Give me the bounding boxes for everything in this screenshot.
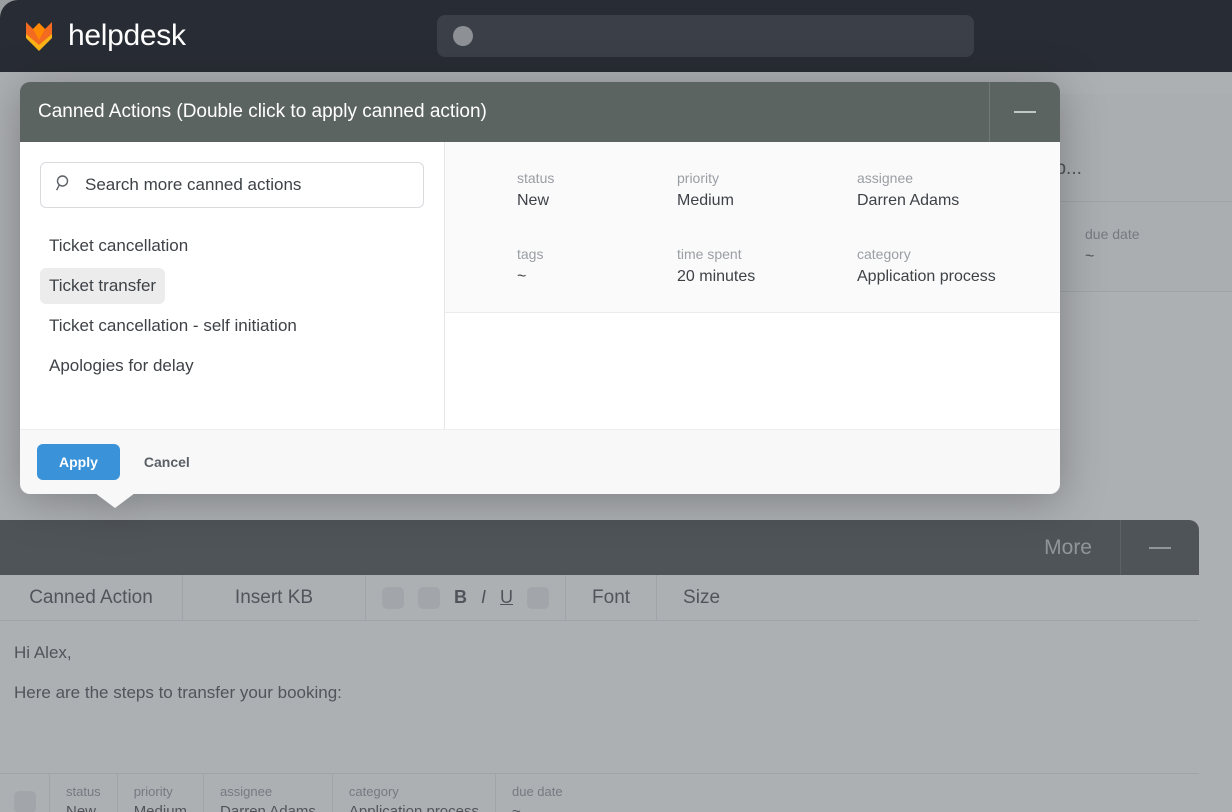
detail-time-spent: time spent 20 minutes <box>677 246 857 286</box>
modal-footer: Apply Cancel <box>20 429 1060 494</box>
modal-pointer-tail <box>95 493 135 508</box>
meta-priority[interactable]: priority Medium <box>118 774 204 812</box>
avatar-circle-icon <box>453 26 473 46</box>
properties-icon <box>14 791 36 812</box>
canned-action-detail-panel: status New priority Medium assignee Darr… <box>445 142 1060 429</box>
meta-category-value: Application process <box>349 803 479 812</box>
detail-assignee-label: assignee <box>857 170 1060 186</box>
canned-actions-modal: Canned Actions (Double click to apply ca… <box>20 82 1060 494</box>
fox-logo-icon <box>24 20 54 52</box>
detail-assignee-value: Darren Adams <box>857 192 1060 210</box>
cancel-button[interactable]: Cancel <box>144 454 190 470</box>
ticket-due-date-field: due date ~ <box>1085 226 1140 266</box>
meta-category-label: category <box>349 784 479 799</box>
detail-priority: priority Medium <box>677 170 857 210</box>
modal-title: Canned Actions (Double click to apply ca… <box>20 82 989 142</box>
ticket-due-date-label: due date <box>1085 226 1140 242</box>
detail-priority-value: Medium <box>677 192 857 210</box>
detail-category-value: Application process <box>857 268 1060 286</box>
meta-priority-label: priority <box>134 784 187 799</box>
meta-assignee[interactable]: assignee Darren Adams <box>204 774 333 812</box>
brand-name: helpdesk <box>68 19 186 53</box>
detail-assignee: assignee Darren Adams <box>857 170 1060 210</box>
detail-tags-value: ~ <box>517 268 677 286</box>
meta-assignee-value: Darren Adams <box>220 803 316 812</box>
modal-header: Canned Actions (Double click to apply ca… <box>20 82 1060 142</box>
meta-assignee-label: assignee <box>220 784 316 799</box>
minimize-icon <box>1149 547 1171 549</box>
meta-due-date-value: ~ <box>512 803 563 812</box>
detail-time-spent-label: time spent <box>677 246 857 262</box>
detail-category-label: category <box>857 246 1060 262</box>
app-root: helpdesk am eligib... due date ~ More Ca… <box>0 0 1232 812</box>
composer-header-bar: More <box>0 520 1199 575</box>
toolbar-font-select[interactable]: Font <box>566 575 657 620</box>
redo-icon[interactable] <box>418 587 440 609</box>
search-icon <box>55 174 73 197</box>
list-item-row: Ticket transfer <box>40 268 424 308</box>
toolbar-format-group: B I U <box>366 575 566 620</box>
meta-category[interactable]: category Application process <box>333 774 496 812</box>
apply-button[interactable]: Apply <box>37 444 120 480</box>
canned-action-search[interactable] <box>40 162 424 208</box>
more-button[interactable]: More <box>1016 520 1120 575</box>
list-item-row: Apologies for delay <box>40 348 424 388</box>
detail-priority-label: priority <box>677 170 857 186</box>
meta-status[interactable]: status New <box>50 774 118 812</box>
modal-body: Ticket cancellation Ticket transfer Tick… <box>20 142 1060 429</box>
canned-action-item-apologies-for-delay[interactable]: Apologies for delay <box>40 348 203 384</box>
detail-category: category Application process <box>857 246 1060 286</box>
detail-tags: tags ~ <box>517 246 677 286</box>
global-search-input[interactable] <box>473 28 974 45</box>
global-search[interactable] <box>437 15 974 57</box>
toolbar-canned-action[interactable]: Canned Action <box>0 575 183 620</box>
canned-action-list-panel: Ticket cancellation Ticket transfer Tick… <box>20 142 445 429</box>
reply-editor[interactable]: Hi Alex, Here are the steps to transfer … <box>0 621 1199 773</box>
strikethrough-icon[interactable] <box>527 587 549 609</box>
meta-due-date-label: due date <box>512 784 563 799</box>
meta-status-value: New <box>66 803 101 812</box>
meta-status-label: status <box>66 784 101 799</box>
canned-action-properties: status New priority Medium assignee Darr… <box>445 142 1060 313</box>
list-item-row: Ticket cancellation <box>40 228 424 268</box>
reply-greeting: Hi Alex, <box>14 643 1185 663</box>
bold-button[interactable]: B <box>454 587 467 608</box>
canned-action-item-ticket-cancellation-self-initiation[interactable]: Ticket cancellation - self initiation <box>40 308 306 344</box>
reply-line-2: Here are the steps to transfer your book… <box>14 683 1185 703</box>
detail-tags-label: tags <box>517 246 677 262</box>
canned-action-list: Ticket cancellation Ticket transfer Tick… <box>40 228 424 388</box>
italic-button[interactable]: I <box>481 587 486 608</box>
composer-toolbar: Canned Action Insert KB B I U Font Size <box>0 575 1199 621</box>
toolbar-insert-kb[interactable]: Insert KB <box>183 575 366 620</box>
detail-status: status New <box>517 170 677 210</box>
minimize-icon <box>1014 111 1036 113</box>
properties-toggle[interactable] <box>0 774 50 812</box>
canned-action-search-input[interactable] <box>73 175 423 195</box>
detail-status-label: status <box>517 170 677 186</box>
undo-icon[interactable] <box>382 587 404 609</box>
detail-time-spent-value: 20 minutes <box>677 268 857 286</box>
modal-minimize-button[interactable] <box>989 82 1060 142</box>
meta-priority-value: Medium <box>134 803 187 812</box>
detail-status-value: New <box>517 192 677 210</box>
underline-button[interactable]: U <box>500 587 513 608</box>
meta-due-date[interactable]: due date ~ <box>496 774 579 812</box>
composer-minimize-button[interactable] <box>1120 520 1199 575</box>
list-item-row: Ticket cancellation - self initiation <box>40 308 424 348</box>
canned-action-item-ticket-transfer[interactable]: Ticket transfer <box>40 268 165 304</box>
ticket-properties-bar: status New priority Medium assignee Darr… <box>0 773 1199 812</box>
top-app-bar: helpdesk <box>0 0 1232 72</box>
toolbar-size-select[interactable]: Size <box>657 575 1199 620</box>
canned-action-item-ticket-cancellation[interactable]: Ticket cancellation <box>40 228 197 264</box>
ticket-due-date-value: ~ <box>1085 248 1140 266</box>
brand[interactable]: helpdesk <box>24 19 186 53</box>
